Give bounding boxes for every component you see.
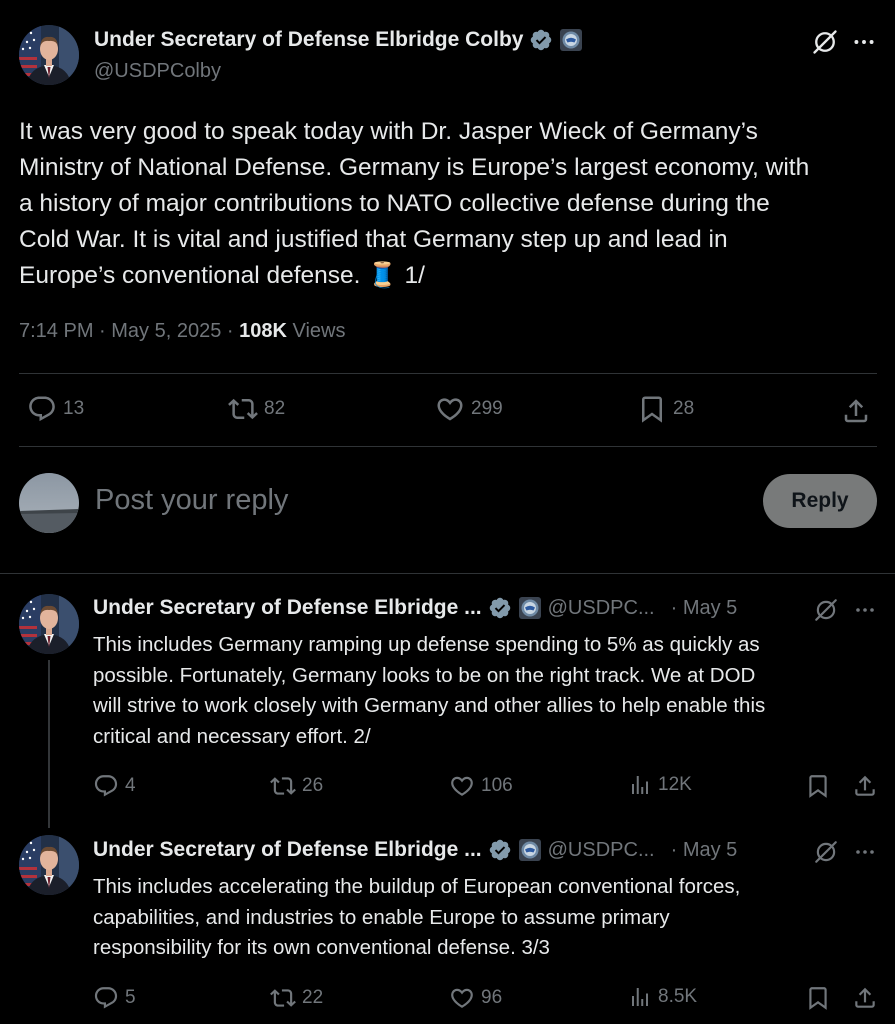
reply-text: This includes Germany ramping up defense… [93, 630, 883, 752]
repost-action[interactable]: 82 [228, 394, 285, 424]
government-affiliation-icon[interactable] [518, 838, 542, 862]
thread-connector [48, 660, 50, 828]
post-text-line: Europe’s conventional defense. 🧵 1/ [19, 262, 425, 289]
bookmark-icon [637, 394, 667, 424]
like-icon [435, 394, 465, 424]
repost-count: 82 [264, 398, 286, 419]
post-meta: 7:14 PM · May 5, 2025 · 108K Views [19, 320, 345, 343]
share-icon[interactable] [841, 396, 871, 426]
grok-icon[interactable] [811, 28, 839, 56]
verified-badge-icon[interactable] [488, 596, 512, 620]
author-name[interactable]: Under Secretary of Defense Elbridge Colb… [94, 28, 523, 52]
verified-badge-icon[interactable] [529, 28, 553, 52]
like-count: 96 [481, 987, 503, 1008]
like-action[interactable]: 299 [435, 394, 503, 424]
author-handle[interactable]: @USDPColby [94, 60, 221, 83]
post-text-line: a history of major contributions to NATO… [19, 190, 770, 217]
like-icon [449, 985, 475, 1011]
reply-count: 13 [63, 398, 85, 419]
repost-count: 22 [302, 987, 324, 1008]
reply-icon [93, 985, 119, 1011]
repost-action[interactable]: 26 [270, 773, 323, 799]
post-text: It was very good to speak today with Dr.… [19, 114, 879, 294]
views-action[interactable]: 12K [628, 773, 692, 797]
more-icon[interactable] [851, 29, 877, 55]
bookmark-icon[interactable] [805, 773, 831, 799]
share-icon[interactable] [852, 985, 878, 1011]
views-count: 8.5K [658, 986, 698, 1007]
reply-date[interactable]: · May 5 [671, 597, 738, 620]
reply-date[interactable]: · May 5 [671, 839, 738, 862]
reply-author-avatar[interactable] [19, 835, 79, 895]
reply-action[interactable]: 13 [27, 394, 84, 424]
grok-icon[interactable] [813, 597, 839, 623]
post-timestamp[interactable]: 7:14 PM · May 5, 2025 · [19, 320, 234, 342]
repost-count: 26 [302, 775, 324, 796]
repost-icon [228, 394, 258, 424]
government-affiliation-icon[interactable] [559, 28, 583, 52]
divider [19, 446, 877, 447]
reply-author-name[interactable]: Under Secretary of Defense Elbridge ... [93, 596, 482, 620]
more-icon[interactable] [853, 840, 877, 864]
reply-header: Under Secretary of Defense Elbridge ... … [93, 596, 737, 620]
bookmark-icon[interactable] [805, 985, 831, 1011]
reply-count: 5 [125, 987, 136, 1008]
reply-text: This includes accelerating the buildup o… [93, 872, 883, 964]
repost-icon [270, 773, 296, 799]
views-label: Views [292, 320, 346, 342]
grok-icon[interactable] [813, 839, 839, 865]
post-text-line: Ministry of National Defense. Germany is… [19, 154, 810, 181]
divider [0, 573, 895, 574]
post-text-line: Cold War. It is vital and justified that… [19, 226, 728, 253]
reply-text-line: will strive to work closely with Germany… [93, 694, 766, 717]
government-affiliation-icon[interactable] [518, 596, 542, 620]
views-count: 108K [239, 320, 287, 342]
views-count: 12K [658, 774, 692, 795]
like-icon [449, 773, 475, 799]
repost-action[interactable]: 22 [270, 985, 323, 1011]
reply-author-name[interactable]: Under Secretary of Defense Elbridge ... [93, 838, 482, 862]
reply-icon [27, 394, 57, 424]
author-avatar[interactable] [19, 25, 79, 85]
reply-icon [93, 773, 119, 799]
post-text-line: It was very good to speak today with Dr.… [19, 118, 758, 145]
reply-text-line: responsibility for its own conventional … [93, 936, 550, 959]
divider [19, 373, 877, 374]
reply-text-line: This includes accelerating the buildup o… [93, 875, 741, 898]
views-icon [628, 985, 652, 1009]
repost-icon [270, 985, 296, 1011]
reply-text-line: possible. Fortunately, Germany looks to … [93, 663, 756, 687]
share-icon[interactable] [852, 773, 878, 799]
like-action[interactable]: 106 [449, 773, 513, 799]
views-action[interactable]: 8.5K [628, 985, 697, 1009]
reply-handle[interactable]: @USDPC... [548, 839, 655, 862]
like-count: 299 [471, 398, 503, 419]
reply-action[interactable]: 5 [93, 985, 136, 1011]
reply-action[interactable]: 4 [93, 773, 136, 799]
reply-button[interactable]: Reply [763, 474, 877, 528]
like-count: 106 [481, 775, 513, 796]
views-icon [628, 773, 652, 797]
reply-header: Under Secretary of Defense Elbridge ... … [93, 838, 737, 862]
verified-badge-icon[interactable] [488, 838, 512, 862]
more-icon[interactable] [853, 598, 877, 622]
reply-text-line: critical and necessary effort. 2/ [93, 724, 371, 748]
bookmark-count: 28 [673, 398, 695, 419]
like-action[interactable]: 96 [449, 985, 502, 1011]
reply-handle[interactable]: @USDPC... [548, 597, 655, 620]
reply-text-line: This includes Germany ramping up defense… [93, 633, 760, 656]
bookmark-action[interactable]: 28 [637, 394, 694, 424]
current-user-avatar[interactable] [19, 473, 79, 533]
reply-text-line: capabilities, and industries to enable E… [93, 905, 670, 929]
author-header: Under Secretary of Defense Elbridge Colb… [94, 28, 583, 52]
reply-author-avatar[interactable] [19, 594, 79, 654]
reply-count: 4 [125, 775, 136, 796]
reply-input[interactable]: Post your reply [95, 484, 288, 517]
